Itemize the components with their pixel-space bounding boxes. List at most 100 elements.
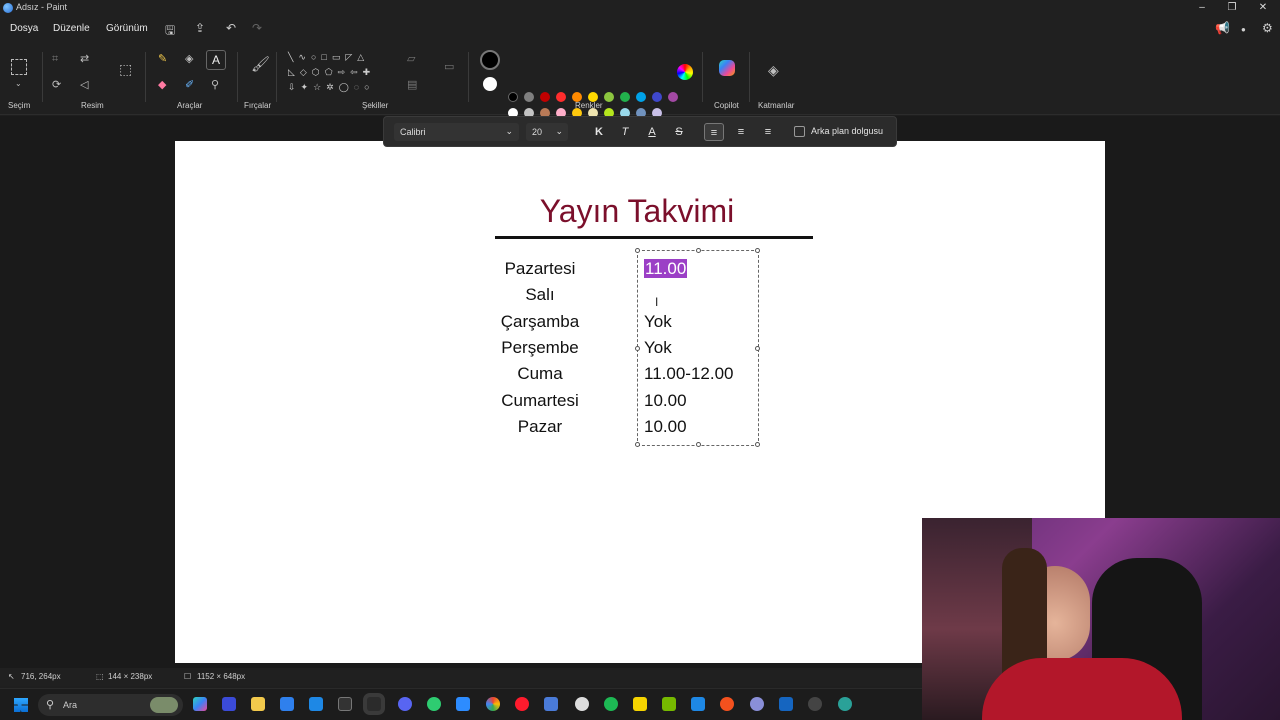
epic-games-icon[interactable]: [338, 697, 352, 711]
taskbar-search[interactable]: ⚲ Ara: [38, 694, 183, 716]
steelseries-icon[interactable]: [808, 697, 822, 711]
background-fill-checkbox[interactable]: [794, 126, 805, 137]
menu-view[interactable]: Görünüm: [106, 23, 148, 34]
menu-bar: Dosya Düzenle Görünüm 🖫 ⇪ ↶ ↷ 📢 ● ⚙: [0, 16, 1280, 42]
color-swatch[interactable]: [652, 92, 662, 102]
fill-icon[interactable]: ◈: [185, 54, 193, 65]
pencil-icon[interactable]: ✎: [158, 54, 167, 65]
save-icon[interactable]: 🖫: [165, 21, 175, 42]
utility-app-icon[interactable]: [691, 697, 705, 711]
purple-app-icon[interactable]: [750, 697, 764, 711]
copilot-icon[interactable]: [719, 60, 735, 76]
color-swatch[interactable]: [540, 92, 550, 102]
paint-taskbar-icon[interactable]: [367, 697, 381, 711]
resize-handle[interactable]: [635, 442, 640, 447]
text-tool-icon[interactable]: A: [206, 50, 226, 70]
underline-button[interactable]: A: [642, 123, 662, 141]
photos-icon[interactable]: [779, 697, 793, 711]
sticky-notes-icon[interactable]: [633, 697, 647, 711]
fill-style-icon[interactable]: ▤: [407, 80, 417, 91]
copilot-taskbar-icon[interactable]: [193, 697, 207, 711]
layers-icon[interactable]: ◈: [768, 63, 779, 77]
mail-icon[interactable]: [309, 697, 323, 711]
spotify-icon[interactable]: [604, 697, 618, 711]
eraser-icon[interactable]: ◆: [158, 80, 166, 91]
edge-icon[interactable]: [838, 697, 852, 711]
font-family-value: Calibri: [400, 127, 426, 137]
paint-app-icon: [3, 3, 13, 13]
shapes-gallery[interactable]: ╲∿○□▭◸△ ◺◇⬡⬠⇨⇦✚ ⇩✦☆✲◯◌○: [288, 50, 388, 98]
undo-icon[interactable]: ↶: [226, 21, 236, 35]
font-family-select[interactable]: Calibri ⌄: [394, 123, 519, 141]
align-left-icon[interactable]: ≡: [704, 123, 724, 141]
start-windows-icon[interactable]: [14, 698, 28, 712]
resize-handle[interactable]: [755, 442, 760, 447]
magnifier-icon[interactable]: ⚲: [211, 80, 219, 91]
color-swatch[interactable]: [636, 92, 646, 102]
menu-file[interactable]: Dosya: [10, 23, 38, 34]
brush-icon[interactable]: 🖌: [251, 57, 270, 72]
account-icon[interactable]: ●: [1241, 25, 1246, 34]
align-center-icon[interactable]: ≡: [731, 123, 751, 141]
resize-handle[interactable]: [696, 442, 701, 447]
feedback-icon[interactable]: 📢: [1215, 21, 1230, 35]
color-swatch[interactable]: [556, 92, 566, 102]
resize-handle[interactable]: [755, 248, 760, 253]
close-button[interactable]: ✕: [1248, 0, 1278, 16]
primary-color-swatch[interactable]: [480, 50, 500, 70]
color-swatch[interactable]: [668, 92, 678, 102]
resize-handle[interactable]: [635, 248, 640, 253]
search-placeholder: Ara: [63, 700, 78, 710]
opera-icon[interactable]: [515, 697, 529, 711]
color-picker-icon[interactable]: ✐: [185, 80, 194, 91]
resize-icon[interactable]: ⇄: [80, 54, 89, 65]
file-explorer-icon[interactable]: [251, 697, 265, 711]
network-app-icon[interactable]: [544, 697, 558, 711]
app-taskbar-icon[interactable]: [222, 697, 236, 711]
color-swatch[interactable]: [508, 92, 518, 102]
red-app-icon[interactable]: [720, 697, 734, 711]
day-label: Perşembe: [501, 337, 579, 357]
settings-gear-icon[interactable]: ⚙: [1262, 21, 1273, 35]
share-icon[interactable]: ⇪: [195, 21, 205, 35]
selection-tool-icon[interactable]: [11, 59, 27, 75]
group-label-tools: Araçlar: [177, 101, 203, 110]
color-swatch[interactable]: [604, 92, 614, 102]
green-app-icon[interactable]: [427, 697, 441, 711]
image-tool-icon[interactable]: ⬚: [119, 62, 132, 76]
text-cursor-icon: I: [655, 295, 659, 309]
align-right-icon[interactable]: ≡: [758, 123, 778, 141]
color-swatch[interactable]: [620, 92, 630, 102]
outline-icon[interactable]: ▱: [407, 54, 415, 65]
rotate-icon[interactable]: ⟳: [52, 80, 61, 91]
font-size-select[interactable]: 20 ⌄: [526, 123, 568, 141]
italic-button[interactable]: T: [615, 123, 635, 141]
chrome-icon[interactable]: [486, 697, 500, 711]
resize-handle[interactable]: [635, 346, 640, 351]
nvidia-icon[interactable]: [662, 697, 676, 711]
store-icon[interactable]: [280, 697, 294, 711]
redo-icon[interactable]: ↷: [252, 21, 262, 35]
divider: [702, 52, 703, 102]
text-box-selection[interactable]: [635, 248, 760, 447]
resize-handle[interactable]: [696, 248, 701, 253]
flip-icon[interactable]: ◁: [80, 80, 88, 91]
color-swatch[interactable]: [524, 92, 534, 102]
chevron-down-icon[interactable]: ⌄: [15, 80, 22, 88]
crop-icon[interactable]: ⌗: [52, 54, 58, 65]
minimize-button[interactable]: –: [1187, 0, 1217, 16]
search-highlight-icon: [150, 697, 178, 713]
bold-button[interactable]: K: [589, 123, 609, 141]
zoom-icon[interactable]: [456, 697, 470, 711]
edit-colors-icon[interactable]: [677, 64, 693, 80]
day-label: Cumartesi: [501, 390, 579, 410]
search-icon: ⚲: [46, 699, 55, 711]
discord-icon[interactable]: [398, 697, 412, 711]
restore-button[interactable]: ❐: [1217, 0, 1247, 16]
secondary-color-swatch[interactable]: [483, 77, 497, 91]
size-icon[interactable]: ▭: [444, 62, 454, 73]
obs-icon[interactable]: [575, 697, 589, 711]
resize-handle[interactable]: [755, 346, 760, 351]
strikethrough-button[interactable]: S: [669, 123, 689, 141]
menu-edit[interactable]: Düzenle: [53, 23, 90, 34]
